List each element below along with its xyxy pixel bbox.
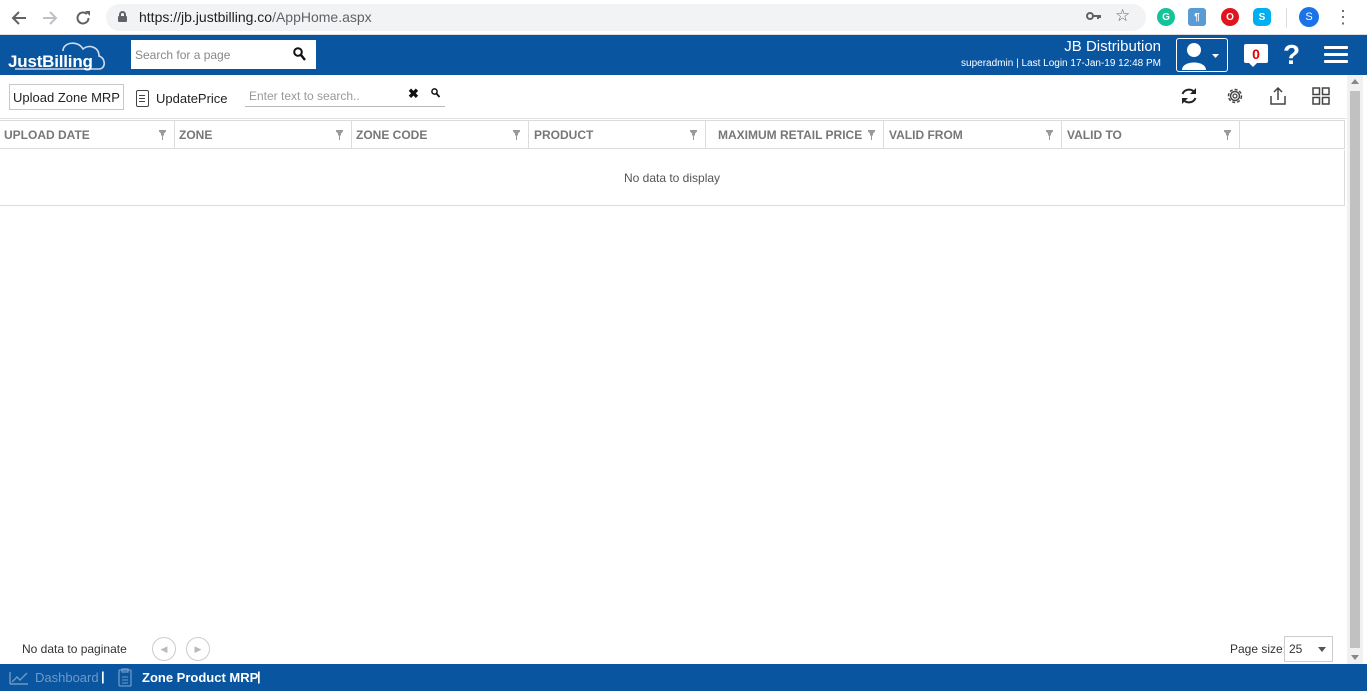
upload-zone-mrp-button[interactable]: Upload Zone MRP (9, 84, 124, 110)
scrollbar-thumb[interactable] (1350, 91, 1360, 648)
empty-grid-message: No data to display (0, 150, 1345, 206)
clipboard-icon (136, 89, 149, 107)
notifications-button[interactable]: 0 (1241, 43, 1271, 67)
column-header-valid-from[interactable]: VALID FROM (884, 121, 1062, 149)
page-size-value: 25 (1289, 642, 1303, 656)
breadcrumb-separator: | (257, 669, 261, 684)
column-header-zone[interactable]: ZONE (175, 121, 352, 149)
filter-pin-icon[interactable] (1046, 130, 1053, 140)
filter-pin-icon[interactable] (1224, 130, 1231, 140)
extension-icon[interactable]: ¶ (1188, 8, 1206, 26)
dropdown-caret-icon (1318, 647, 1326, 652)
breadcrumb-zone-product-mrp[interactable]: Zone Product MRP (118, 664, 258, 691)
vertical-scrollbar[interactable] (1347, 75, 1363, 664)
toolbar-divider (1286, 8, 1287, 28)
logo-text: JustBilling (8, 52, 93, 71)
address-bar[interactable]: https://jb.justbilling.co/AppHome.aspx ☆ (106, 4, 1146, 31)
grid-header-row: UPLOAD DATE ZONE ZONE CODE PRODUCT MAXIM… (0, 120, 1345, 149)
next-page-button[interactable]: ▶ (186, 637, 210, 661)
grid-search: ✖ (245, 86, 445, 107)
grid-view-icon[interactable] (1309, 84, 1333, 108)
breadcrumb-separator: | (101, 669, 105, 684)
filter-pin-icon[interactable] (336, 130, 343, 140)
hamburger-menu-icon[interactable] (1324, 46, 1348, 64)
footer-breadcrumb: Dashboard | Zone Product MRP | (0, 664, 1367, 691)
column-header-maximum-retail-price[interactable]: MAXIMUM RETAIL PRICE (706, 121, 884, 149)
column-header-upload-date[interactable]: UPLOAD DATE (0, 121, 175, 149)
page-search-input[interactable] (131, 40, 291, 69)
user-avatar-icon (1182, 43, 1219, 70)
clear-search-icon[interactable]: ✖ (408, 86, 419, 102)
opera-icon[interactable]: O (1221, 8, 1239, 26)
forward-arrow-icon[interactable] (39, 7, 61, 29)
breadcrumb-dashboard[interactable]: Dashboard (9, 664, 99, 691)
export-icon[interactable] (1266, 84, 1290, 108)
grid-toolbar: Upload Zone MRP UpdatePrice ✖ (0, 75, 1347, 119)
scroll-up-arrow-icon[interactable] (1351, 79, 1359, 84)
settings-gear-icon[interactable] (1223, 84, 1247, 108)
last-login-info: superadmin | Last Login 17-Jan-19 12:48 … (961, 58, 1161, 69)
page-search (131, 40, 316, 69)
company-name: JB Distribution (1064, 38, 1161, 55)
column-header-zone-code[interactable]: ZONE CODE (352, 121, 529, 149)
key-icon[interactable] (1086, 9, 1102, 26)
lock-icon (118, 11, 127, 22)
user-menu-button[interactable] (1176, 38, 1228, 72)
update-price-button[interactable]: UpdatePrice (136, 88, 228, 108)
skype-icon[interactable]: S (1253, 8, 1271, 26)
search-icon[interactable] (431, 88, 440, 98)
app-logo[interactable]: JustBilling (7, 39, 107, 71)
bookmark-star-icon[interactable]: ☆ (1115, 6, 1130, 26)
reload-icon[interactable] (72, 7, 94, 29)
column-header-product[interactable]: PRODUCT (529, 121, 706, 149)
url-text: https://jb.justbilling.co/AppHome.aspx (139, 9, 372, 25)
update-price-label: UpdatePrice (156, 90, 228, 106)
grid-search-input[interactable] (249, 86, 404, 106)
filter-pin-icon[interactable] (690, 130, 697, 140)
pagination-status: No data to paginate (22, 642, 127, 656)
back-arrow-icon[interactable] (8, 7, 30, 29)
page-size-select[interactable]: 25 (1284, 636, 1333, 662)
chevron-right-icon: ▶ (194, 643, 202, 654)
filter-pin-icon[interactable] (159, 130, 166, 140)
help-icon[interactable]: ? (1283, 38, 1300, 72)
browser-menu-icon[interactable]: ⋮ (1334, 6, 1352, 28)
chevron-left-icon: ◀ (160, 643, 168, 654)
scroll-down-arrow-icon[interactable] (1351, 655, 1359, 660)
company-info: JB Distribution superadmin | Last Login … (961, 38, 1161, 70)
search-icon[interactable] (293, 47, 306, 61)
grammarly-icon[interactable]: G (1157, 8, 1175, 26)
page-size-label: Page size: (1230, 642, 1287, 656)
filter-pin-icon[interactable] (513, 130, 520, 140)
chart-trend-icon (9, 671, 28, 685)
app-header: JustBilling JB Distribution superadmin |… (0, 35, 1367, 75)
profile-avatar[interactable]: S (1299, 7, 1319, 27)
previous-page-button[interactable]: ◀ (152, 637, 176, 661)
browser-toolbar: https://jb.justbilling.co/AppHome.aspx ☆… (0, 0, 1367, 35)
notification-count: 0 (1244, 44, 1268, 63)
document-icon (118, 667, 132, 687)
refresh-icon[interactable] (1177, 84, 1201, 108)
filter-pin-icon[interactable] (868, 130, 875, 140)
column-header-valid-to[interactable]: VALID TO (1062, 121, 1240, 149)
